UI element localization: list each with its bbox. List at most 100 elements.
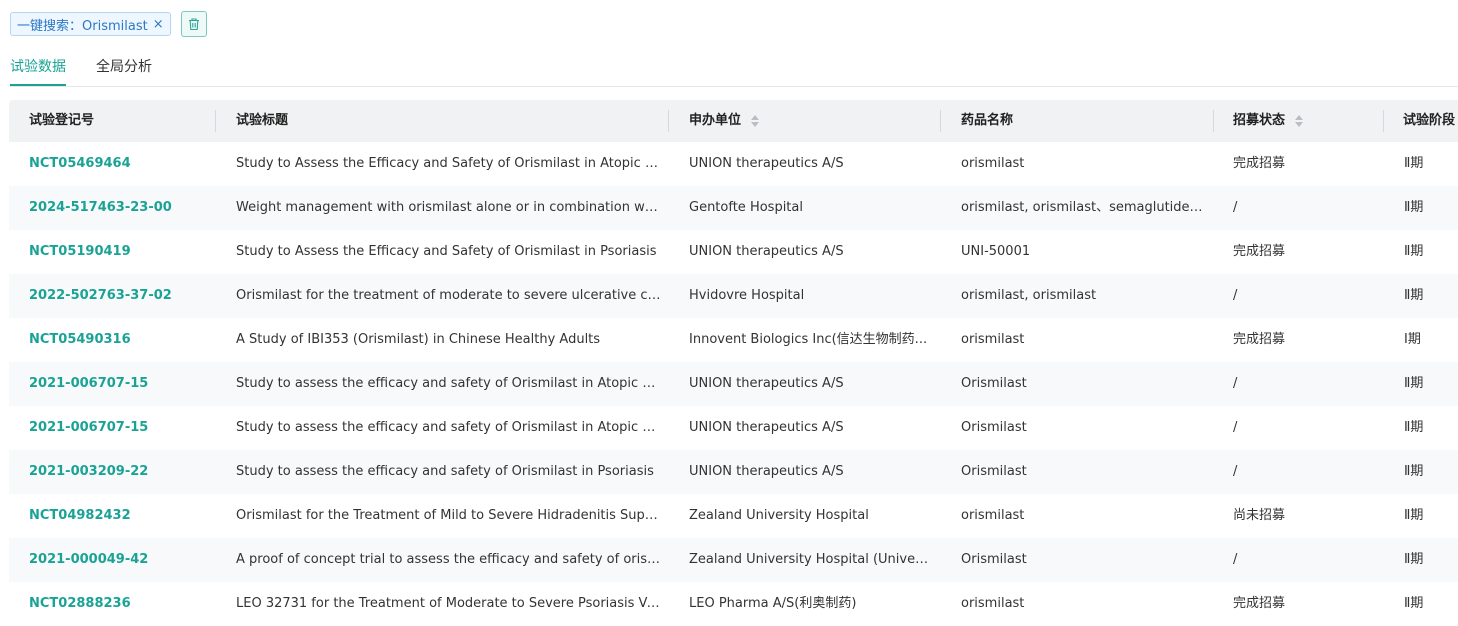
- trial-title: Study to Assess the Efficacy and Safety …: [236, 244, 657, 259]
- trial-id-link[interactable]: NCT05469464: [29, 142, 209, 186]
- trial-sponsor: UNION therapeutics A/S: [689, 376, 844, 391]
- table-row[interactable]: NCT05469464 Study to Assess the Efficacy…: [9, 142, 1458, 186]
- trial-title: LEO 32731 for the Treatment of Moderate …: [236, 596, 661, 611]
- table-row[interactable]: 2021-006707-15 Study to assess the effic…: [9, 362, 1458, 406]
- trial-status: 完成招募: [1233, 244, 1286, 259]
- column-divider: [1383, 110, 1384, 132]
- trial-status: /: [1233, 200, 1238, 215]
- trial-phase: Ⅱ期: [1404, 420, 1424, 435]
- trial-id-link[interactable]: 2021-003209-22: [29, 450, 209, 494]
- trial-id-link[interactable]: 2024-517463-23-00: [29, 186, 209, 230]
- trial-sponsor: Zealand University Hospital (Universi...: [689, 552, 929, 567]
- trial-title: A proof of concept trial to assess the e…: [236, 552, 661, 567]
- trial-drug: Orismilast: [961, 552, 1027, 567]
- column-header-recruitment-status[interactable]: 招募状态: [1233, 100, 1304, 142]
- table-row[interactable]: NCT04982432 Orismilast for the Treatment…: [9, 494, 1458, 538]
- trial-drug: orismilast: [961, 508, 1025, 523]
- trial-title: A Study of IBI353 (Orismilast) in Chines…: [236, 332, 601, 347]
- trial-sponsor: Gentofte Hospital: [689, 200, 803, 215]
- trials-table: 试验登记号 试验标题 申办单位 药品名称 招募状态 试验阶段 NCT054694…: [9, 100, 1458, 626]
- table-row[interactable]: NCT05190419 Study to Assess the Efficacy…: [9, 230, 1458, 274]
- trial-title: Orismilast for the treatment of moderate…: [236, 288, 661, 303]
- trial-status: /: [1233, 552, 1238, 567]
- search-filter-tag-label: 一键搜索：Orismilast: [17, 18, 148, 34]
- trial-phase: Ⅱ期: [1404, 200, 1424, 215]
- trial-title: Study to Assess the Efficacy and Safety …: [236, 156, 661, 171]
- table-header: 试验登记号 试验标题 申办单位 药品名称 招募状态 试验阶段: [9, 100, 1458, 142]
- trial-drug: orismilast: [961, 596, 1025, 611]
- trial-phase: Ⅱ期: [1404, 552, 1424, 567]
- trial-phase: Ⅱ期: [1404, 464, 1424, 479]
- column-header-drug-name: 药品名称: [961, 113, 1014, 128]
- trial-sponsor: UNION therapeutics A/S: [689, 420, 844, 435]
- trial-drug: orismilast: [961, 156, 1025, 171]
- column-header-sponsor[interactable]: 申办单位: [689, 100, 760, 142]
- tab-bar: 试验数据 全局分析: [10, 52, 1458, 87]
- trial-phase: Ⅱ期: [1404, 156, 1424, 171]
- trial-status: /: [1233, 420, 1238, 435]
- trial-drug: orismilast, orismilast: [961, 288, 1097, 303]
- trial-sponsor: UNION therapeutics A/S: [689, 464, 844, 479]
- table-row[interactable]: 2021-000049-42 A proof of concept trial …: [9, 538, 1458, 582]
- column-header-trial-phase: 试验阶段: [1403, 113, 1456, 128]
- trial-status: 完成招募: [1233, 596, 1286, 611]
- remove-filter-icon[interactable]: ×: [153, 17, 164, 32]
- column-divider: [1213, 110, 1214, 132]
- trial-sponsor: UNION therapeutics A/S: [689, 244, 844, 259]
- trial-status: 尚未招募: [1233, 508, 1286, 523]
- search-filter-bar: 一键搜索：Orismilast ×: [10, 11, 207, 37]
- trial-title: Orismilast for the Treatment of Mild to …: [236, 508, 661, 523]
- trial-title: Study to assess the efficacy and safety …: [236, 420, 661, 435]
- trial-status: 完成招募: [1233, 332, 1286, 347]
- table-row[interactable]: NCT02888236 LEO 32731 for the Treatment …: [9, 582, 1458, 626]
- column-divider: [940, 110, 941, 132]
- tab-global-analysis[interactable]: 全局分析: [96, 52, 152, 86]
- trial-status: 完成招募: [1233, 156, 1286, 171]
- column-header-title: 试验标题: [236, 113, 289, 128]
- trial-drug: UNI-50001: [961, 244, 1031, 259]
- trial-phase: Ⅱ期: [1404, 508, 1424, 523]
- table-row[interactable]: 2021-003209-22 Study to assess the effic…: [9, 450, 1458, 494]
- table-row[interactable]: 2024-517463-23-00 Weight management with…: [9, 186, 1458, 230]
- trial-phase: Ⅱ期: [1404, 376, 1424, 391]
- trial-drug: orismilast: [961, 332, 1025, 347]
- trial-phase: Ⅱ期: [1404, 244, 1424, 259]
- trial-title: Study to assess the efficacy and safety …: [236, 464, 654, 479]
- clear-filters-button[interactable]: [180, 11, 207, 37]
- trial-phase: Ⅱ期: [1404, 596, 1424, 611]
- trial-id-link[interactable]: 2021-000049-42: [29, 538, 209, 582]
- search-filter-tag: 一键搜索：Orismilast ×: [10, 12, 171, 36]
- trial-sponsor: UNION therapeutics A/S: [689, 156, 844, 171]
- trial-drug: Orismilast: [961, 464, 1027, 479]
- tab-trial-data[interactable]: 试验数据: [10, 52, 66, 86]
- trial-title: Weight management with orismilast alone …: [236, 200, 661, 215]
- column-divider: [668, 110, 669, 132]
- trial-id-link[interactable]: 2021-006707-15: [29, 362, 209, 406]
- trial-sponsor: Zealand University Hospital: [689, 508, 869, 523]
- trial-title: Study to assess the efficacy and safety …: [236, 376, 661, 391]
- trial-id-link[interactable]: 2022-502763-37-02: [29, 274, 209, 318]
- trial-id-link[interactable]: NCT02888236: [29, 582, 209, 626]
- trial-status: /: [1233, 288, 1238, 303]
- trial-id-link[interactable]: NCT05190419: [29, 230, 209, 274]
- sort-icon[interactable]: [1295, 115, 1304, 127]
- trial-sponsor: Hvidovre Hospital: [689, 288, 805, 303]
- table-row[interactable]: 2021-006707-15 Study to assess the effic…: [9, 406, 1458, 450]
- column-divider: [215, 110, 216, 132]
- trial-drug: orismilast, orismilast、semaglutide、...: [961, 200, 1206, 215]
- trash-icon: [188, 18, 199, 31]
- trial-drug: Orismilast: [961, 376, 1027, 391]
- trial-id-link[interactable]: NCT05490316: [29, 318, 209, 362]
- column-header-registration-number: 试验登记号: [29, 113, 95, 128]
- trial-id-link[interactable]: NCT04982432: [29, 494, 209, 538]
- trial-status: /: [1233, 376, 1238, 391]
- sort-icon[interactable]: [751, 115, 760, 127]
- trial-sponsor: LEO Pharma A/S(利奥制药): [689, 596, 857, 611]
- trial-status: /: [1233, 464, 1238, 479]
- table-row[interactable]: 2022-502763-37-02 Orismilast for the tre…: [9, 274, 1458, 318]
- table-row[interactable]: NCT05490316 A Study of IBI353 (Orismilas…: [9, 318, 1458, 362]
- trial-drug: Orismilast: [961, 420, 1027, 435]
- trial-id-link[interactable]: 2021-006707-15: [29, 406, 209, 450]
- table-body: NCT05469464 Study to Assess the Efficacy…: [9, 142, 1458, 626]
- trial-phase: Ⅱ期: [1404, 288, 1424, 303]
